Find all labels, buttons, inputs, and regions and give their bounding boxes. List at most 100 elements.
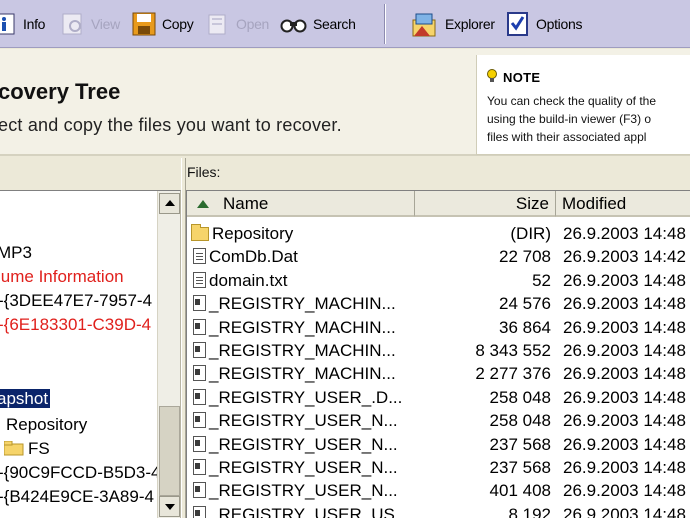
files-list[interactable]: Name Size Modified Repository (DIR) 26.9.2…	[186, 190, 690, 518]
note-line: You can check the quality of the	[487, 94, 657, 108]
file-row[interactable]: domain.txt 52 26.9.2003 14:48	[187, 269, 690, 292]
file-size: 36 864	[499, 317, 551, 337]
file-modified: 26.9.2003 14:48	[563, 504, 686, 518]
file-row[interactable]: _REGISTRY_USER_.D... 258 048 26.9.2003 14:…	[187, 386, 690, 409]
copy-label: Copy	[162, 16, 194, 32]
file-name: _REGISTRY_MACHIN...	[191, 316, 396, 339]
file-row[interactable]: Repository (DIR) 26.9.2003 14:48	[187, 222, 690, 245]
tree-item[interactable]: -{B424E9CE-3A89-4	[0, 485, 154, 508]
registry-file-icon	[193, 412, 206, 429]
info-icon	[0, 11, 18, 37]
options-label: Options	[536, 16, 583, 32]
file-row[interactable]: _REGISTRY_USER_N... 401 408 26.9.2003 14:4…	[187, 479, 690, 502]
tree-vertical-scrollbar[interactable]	[157, 191, 180, 518]
copy-button[interactable]: Copy	[131, 6, 194, 42]
info-label: Info	[23, 16, 46, 32]
folder-icon	[191, 224, 209, 241]
registry-file-icon	[193, 435, 206, 452]
registry-file-icon	[193, 318, 206, 335]
tree-item-selected[interactable]: apshot	[0, 387, 51, 410]
search-label: Search	[313, 16, 356, 32]
tree-item[interactable]: -{6E183301-C39D-4	[0, 313, 151, 336]
document-icon	[193, 248, 206, 265]
recovery-tree[interactable]: MP3 lume Information -{3DEE47E7-7957-4 -…	[0, 190, 181, 518]
options-checklist-icon	[505, 11, 531, 37]
open-icon	[205, 11, 231, 37]
lightbulb-icon	[487, 69, 497, 83]
registry-file-icon	[193, 388, 206, 405]
view-icon	[60, 11, 86, 37]
files-label: Files:	[187, 164, 221, 180]
registry-file-icon	[193, 459, 206, 475]
wizard-header: covery Tree ect and copy the files you w…	[0, 49, 690, 156]
registry-file-icon	[193, 365, 206, 382]
explorer-icon	[410, 11, 440, 37]
info-button[interactable]: Info	[0, 6, 45, 42]
file-name: _REGISTRY_MACHIN...	[191, 292, 396, 315]
file-modified: 26.9.2003 14:48	[563, 270, 686, 290]
registry-file-icon	[193, 482, 206, 499]
column-header-name[interactable]: Name	[187, 191, 415, 217]
file-row[interactable]: _REGISTRY_MACHIN... 8 343 552 26.9.2003 14…	[187, 339, 690, 362]
file-name: Repository	[191, 222, 293, 245]
column-header-modified[interactable]: Modified	[556, 191, 690, 217]
registry-file-icon	[193, 342, 206, 358]
explorer-button[interactable]: Explorer	[410, 6, 495, 42]
binoculars-icon	[280, 11, 308, 37]
page-title: covery Tree	[0, 79, 121, 104]
scroll-down-button[interactable]	[159, 496, 180, 517]
file-modified: 26.9.2003 14:48	[563, 317, 686, 337]
open-button[interactable]: Open	[205, 6, 269, 42]
file-row[interactable]: _REGISTRY_MACHIN... 24 576 26.9.2003 14:48	[187, 292, 690, 315]
view-button[interactable]: View	[60, 6, 120, 42]
tree-item[interactable]: Repository	[6, 413, 87, 436]
file-size: 258 048	[489, 387, 551, 407]
tree-panel: MP3 lume Information -{3DEE47E7-7957-4 -…	[0, 158, 181, 518]
file-row[interactable]: _REGISTRY_MACHIN... 36 864 26.9.2003 14:48	[187, 316, 690, 339]
floppy-disk-icon	[131, 11, 157, 37]
file-row[interactable]: _REGISTRY_USER_US... 8 192 26.9.2003 14:48	[187, 503, 690, 518]
tree-item[interactable]: lume Information	[0, 265, 124, 288]
document-icon	[193, 271, 206, 288]
file-size: (DIR)	[510, 224, 551, 243]
file-size: 237 568	[489, 434, 551, 454]
open-label: Open	[236, 16, 270, 32]
file-row[interactable]: _REGISTRY_USER_N... 237 568 26.9.2003 14:4…	[187, 456, 690, 479]
file-size: 22 708	[499, 247, 551, 267]
file-modified: 26.9.2003 14:48	[563, 387, 686, 407]
folder-icon	[3, 439, 24, 456]
search-button[interactable]: Search	[280, 6, 356, 42]
file-row[interactable]: _REGISTRY_MACHIN... 2 277 376 26.9.2003 14…	[187, 362, 690, 385]
file-size: 401 408	[489, 481, 551, 501]
toolbar-separator	[384, 4, 386, 44]
file-size: 2 277 376	[475, 364, 551, 384]
file-name: _REGISTRY_USER_N...	[191, 409, 398, 432]
column-header-size[interactable]: Size	[415, 191, 556, 217]
file-name: _REGISTRY_MACHIN...	[191, 339, 396, 362]
file-modified: 26.9.2003 14:48	[563, 341, 686, 360]
scroll-up-button[interactable]	[159, 193, 180, 214]
tree-item[interactable]: -{3DEE47E7-7957-4	[0, 289, 152, 312]
view-label: View	[91, 16, 120, 32]
options-button[interactable]: Options	[505, 6, 582, 42]
file-modified: 26.9.2003 14:48	[563, 481, 686, 501]
file-size: 8 343 552	[475, 341, 551, 360]
file-modified: 26.9.2003 14:48	[563, 364, 686, 384]
file-row[interactable]: _REGISTRY_USER_N... 237 568 26.9.2003 14:4…	[187, 433, 690, 456]
file-name: ComDb.Dat	[191, 245, 298, 268]
tree-item[interactable]: MP3	[0, 241, 32, 264]
file-row[interactable]: _REGISTRY_USER_N... 258 048 26.9.2003 14:4…	[187, 409, 690, 432]
file-row[interactable]: ComDb.Dat 22 708 26.9.2003 14:42	[187, 245, 690, 268]
file-name: _REGISTRY_USER_N...	[191, 456, 398, 479]
file-modified: 26.9.2003 14:42	[563, 247, 686, 267]
tree-item[interactable]: FS	[3, 437, 50, 460]
file-size: 24 576	[499, 294, 551, 314]
note-line: files with their associated appl	[487, 130, 647, 144]
page-subtitle: ect and copy the files you want to recov…	[0, 115, 342, 135]
tree-item[interactable]: -{90C9FCCD-B5D3-4	[0, 461, 161, 484]
file-size: 52	[532, 270, 551, 290]
scroll-thumb[interactable]	[159, 406, 180, 496]
sort-ascending-icon	[197, 200, 209, 208]
note-line: using the build-in viewer (F3) o	[487, 112, 652, 126]
registry-file-icon	[193, 295, 206, 312]
